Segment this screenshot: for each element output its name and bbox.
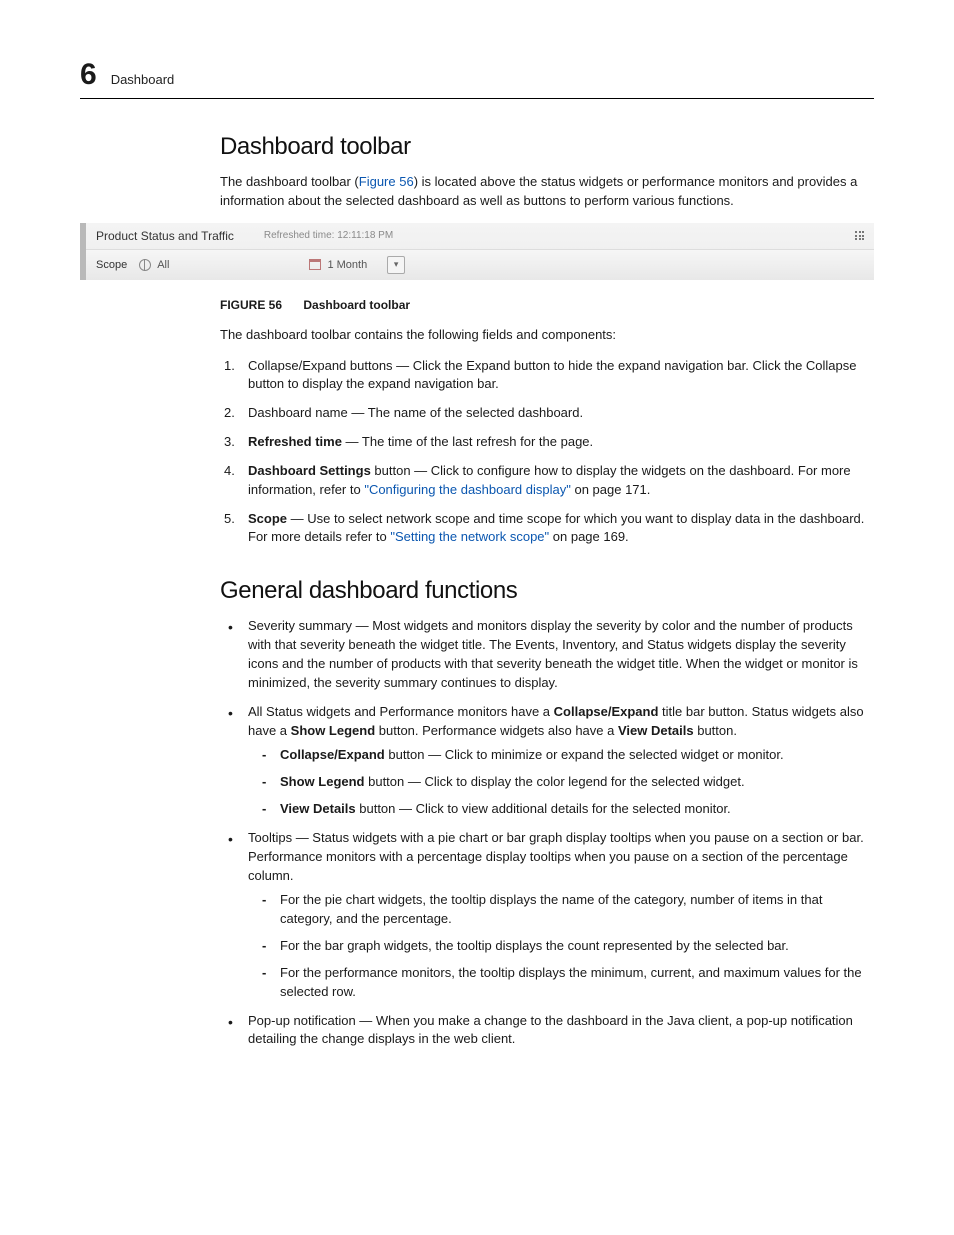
dashboard-settings-icon[interactable] — [855, 231, 864, 240]
sub-list: Collapse/Expand button — Click to minimi… — [248, 746, 874, 819]
list-item: For the pie chart widgets, the tooltip d… — [248, 891, 874, 929]
time-scope-dropdown-icon[interactable]: ▾ — [387, 256, 405, 274]
page-root: 6 Dashboard Dashboard toolbar The dashbo… — [0, 0, 954, 1119]
general-functions-list: Severity summary — Most widgets and moni… — [220, 617, 874, 1049]
section-heading-toolbar: Dashboard toolbar — [220, 133, 874, 161]
scope-label: Scope — [96, 259, 127, 271]
figure-56: Product Status and Traffic Refreshed tim… — [80, 223, 874, 280]
text: For the pie chart widgets, the tooltip d… — [280, 892, 822, 926]
sub-list: For the pie chart widgets, the tooltip d… — [248, 891, 874, 1001]
list-item: Collapse/Expand button — Click to minimi… — [248, 746, 874, 765]
toolbar-row-top: Product Status and Traffic Refreshed tim… — [86, 223, 874, 250]
figure-caption: FIGURE 56 Dashboard toolbar — [220, 298, 874, 312]
list-item: Dashboard Settings button — Click to con… — [220, 462, 874, 500]
cross-ref-link[interactable]: "Setting the network scope" — [390, 529, 549, 544]
text: Dashboard name — The name of the selecte… — [248, 405, 583, 420]
text-bold: Refreshed time — [248, 434, 342, 449]
list-item: Dashboard name — The name of the selecte… — [220, 404, 874, 423]
list-item: For the bar graph widgets, the tooltip d… — [248, 937, 874, 956]
section-heading-general: General dashboard functions — [220, 577, 874, 605]
text-bold: Dashboard Settings — [248, 463, 371, 478]
list-item: Pop-up notification — When you make a ch… — [220, 1012, 874, 1050]
chapter-title: Dashboard — [111, 72, 175, 87]
dashboard-toolbar-figure: Product Status and Traffic Refreshed tim… — [80, 223, 874, 280]
text: Collapse/Expand buttons — Click the Expa… — [248, 358, 857, 392]
calendar-icon — [309, 259, 321, 270]
list-item: All Status widgets and Performance monit… — [220, 703, 874, 819]
text-bold: Show Legend — [280, 774, 365, 789]
text: button — Click to display the color lege… — [365, 774, 745, 789]
cross-ref-link[interactable]: "Configuring the dashboard display" — [364, 482, 571, 497]
figure-ref-link[interactable]: Figure 56 — [359, 174, 414, 189]
text-bold: View Details — [618, 723, 694, 738]
text: The dashboard toolbar ( — [220, 174, 359, 189]
text-bold: Collapse/Expand — [280, 747, 385, 762]
components-intro: The dashboard toolbar contains the follo… — [220, 326, 874, 345]
list-item: Tooltips — Status widgets with a pie cha… — [220, 829, 874, 1002]
text: Tooltips — Status widgets with a pie cha… — [248, 830, 864, 883]
content-column: Dashboard toolbar The dashboard toolbar … — [220, 133, 874, 1049]
text: on page 171. — [571, 482, 651, 497]
scope-value: All — [157, 259, 169, 271]
text: — The time of the last refresh for the p… — [342, 434, 593, 449]
text-bold: Show Legend — [291, 723, 376, 738]
chapter-number: 6 — [80, 58, 97, 92]
text: Severity summary — Most widgets and moni… — [248, 618, 858, 690]
text-bold: Collapse/Expand — [554, 704, 659, 719]
list-item: View Details button — Click to view addi… — [248, 800, 874, 819]
scope-selector[interactable]: All — [139, 259, 169, 271]
text: button — Click to view additional detail… — [356, 801, 731, 816]
time-scope-value: 1 Month — [327, 259, 367, 271]
list-item: Scope — Use to select network scope and … — [220, 510, 874, 548]
figure-label: FIGURE 56 — [220, 298, 282, 312]
text: button — Click to minimize or expand the… — [385, 747, 784, 762]
text: All Status widgets and Performance monit… — [248, 704, 554, 719]
list-item: For the performance monitors, the toolti… — [248, 964, 874, 1002]
globe-icon — [139, 259, 151, 271]
text: For the performance monitors, the toolti… — [280, 965, 862, 999]
list-item: Refreshed time — The time of the last re… — [220, 433, 874, 452]
component-list: Collapse/Expand buttons — Click the Expa… — [220, 357, 874, 548]
list-item: Severity summary — Most widgets and moni… — [220, 617, 874, 692]
page-header: 6 Dashboard — [80, 58, 874, 99]
text: on page 169. — [549, 529, 629, 544]
dashboard-name: Product Status and Traffic — [96, 229, 234, 243]
text: For the bar graph widgets, the tooltip d… — [280, 938, 789, 953]
text: button. Performance widgets also have a — [375, 723, 618, 738]
toolbar-row-scope: Scope All 1 Month ▾ — [86, 250, 874, 280]
list-item: Collapse/Expand buttons — Click the Expa… — [220, 357, 874, 395]
text-bold: View Details — [280, 801, 356, 816]
refreshed-time: Refreshed time: 12:11:18 PM — [264, 230, 393, 241]
section1-intro: The dashboard toolbar (Figure 56) is loc… — [220, 173, 874, 211]
list-item: Show Legend button — Click to display th… — [248, 773, 874, 792]
text-bold: Scope — [248, 511, 287, 526]
time-scope-selector[interactable]: 1 Month — [309, 259, 367, 271]
text: Pop-up notification — When you make a ch… — [248, 1013, 853, 1047]
text: button. — [694, 723, 737, 738]
figure-title: Dashboard toolbar — [303, 298, 410, 312]
